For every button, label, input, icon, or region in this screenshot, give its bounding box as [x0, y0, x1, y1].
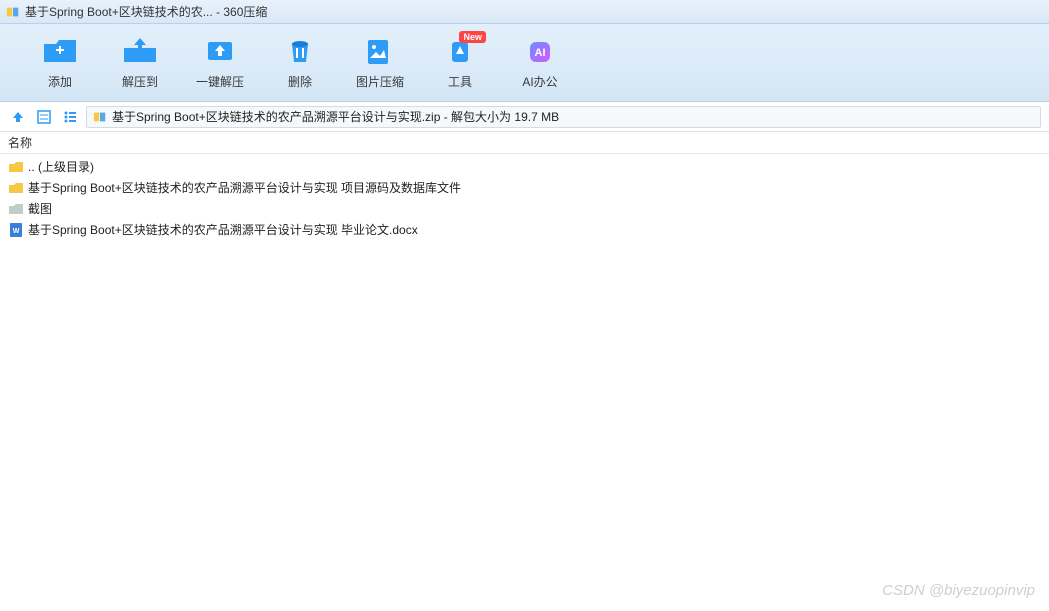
- list-item-folder[interactable]: 基于Spring Boot+区块链技术的农产品溯源平台设计与实现 项目源码及数据…: [8, 177, 1041, 198]
- titlebar-text: 基于Spring Boot+区块链技术的农... - 360压缩: [25, 3, 267, 20]
- app-icon: [6, 5, 20, 19]
- folder-icon: [8, 180, 24, 196]
- svg-text:W: W: [13, 228, 20, 235]
- toolbar-label: 删除: [288, 73, 312, 90]
- column-name-header[interactable]: 名称: [8, 134, 32, 151]
- toolbar-label: 解压到: [122, 73, 158, 90]
- toolbar-tools[interactable]: New 工具: [420, 35, 500, 90]
- list-item-folder[interactable]: 截图: [8, 198, 1041, 219]
- toolbar: 添加 解压到 一键解压 删除 图片压缩 New 工具 AI AI办公: [0, 24, 1049, 102]
- toolbar-label: 工具: [448, 73, 472, 90]
- item-name: 基于Spring Boot+区块链技术的农产品溯源平台设计与实现 项目源码及数据…: [28, 179, 461, 196]
- toolbar-extract-one[interactable]: 一键解压: [180, 35, 260, 90]
- nav-up-button[interactable]: [8, 107, 28, 127]
- new-badge: New: [459, 31, 486, 43]
- toolbar-label: 添加: [48, 73, 72, 90]
- column-header-row: 名称: [0, 132, 1049, 154]
- extract-one-icon: [202, 35, 238, 67]
- titlebar: 基于Spring Boot+区块链技术的农... - 360压缩: [0, 0, 1049, 24]
- toolbar-label: 一键解压: [196, 73, 244, 90]
- toolbar-label: AI办公: [522, 73, 557, 90]
- view-details-button[interactable]: [34, 107, 54, 127]
- toolbar-label: 图片压缩: [356, 73, 404, 90]
- file-list: .. (上级目录) 基于Spring Boot+区块链技术的农产品溯源平台设计与…: [0, 154, 1049, 242]
- item-name: 截图: [28, 200, 52, 217]
- image-compress-icon: [362, 35, 398, 67]
- folder-up-icon: [8, 159, 24, 175]
- path-input[interactable]: 基于Spring Boot+区块链技术的农产品溯源平台设计与实现.zip - 解…: [86, 106, 1041, 128]
- folder-icon: [8, 201, 24, 217]
- svg-text:AI: AI: [535, 47, 546, 59]
- toolbar-delete[interactable]: 删除: [260, 35, 340, 90]
- list-item-up[interactable]: .. (上级目录): [8, 156, 1041, 177]
- watermark: CSDN @biyezuopinvip: [882, 582, 1035, 599]
- item-name: .. (上级目录): [28, 158, 94, 175]
- extract-to-icon: [122, 35, 158, 67]
- add-folder-icon: [42, 35, 78, 67]
- delete-icon: [282, 35, 318, 67]
- list-item-docx[interactable]: W 基于Spring Boot+区块链技术的农产品溯源平台设计与实现 毕业论文.…: [8, 219, 1041, 240]
- view-list-button[interactable]: [60, 107, 80, 127]
- pathbar: 基于Spring Boot+区块链技术的农产品溯源平台设计与实现.zip - 解…: [0, 102, 1049, 132]
- toolbar-extract-to[interactable]: 解压到: [100, 35, 180, 90]
- docx-icon: W: [8, 222, 24, 238]
- ai-icon: AI: [522, 35, 558, 67]
- toolbar-ai[interactable]: AI AI办公: [500, 35, 580, 90]
- path-text: 基于Spring Boot+区块链技术的农产品溯源平台设计与实现.zip - 解…: [112, 108, 559, 125]
- toolbar-image-compress[interactable]: 图片压缩: [340, 35, 420, 90]
- item-name: 基于Spring Boot+区块链技术的农产品溯源平台设计与实现 毕业论文.do…: [28, 221, 418, 238]
- archive-icon: [93, 110, 107, 124]
- toolbar-add[interactable]: 添加: [20, 35, 100, 90]
